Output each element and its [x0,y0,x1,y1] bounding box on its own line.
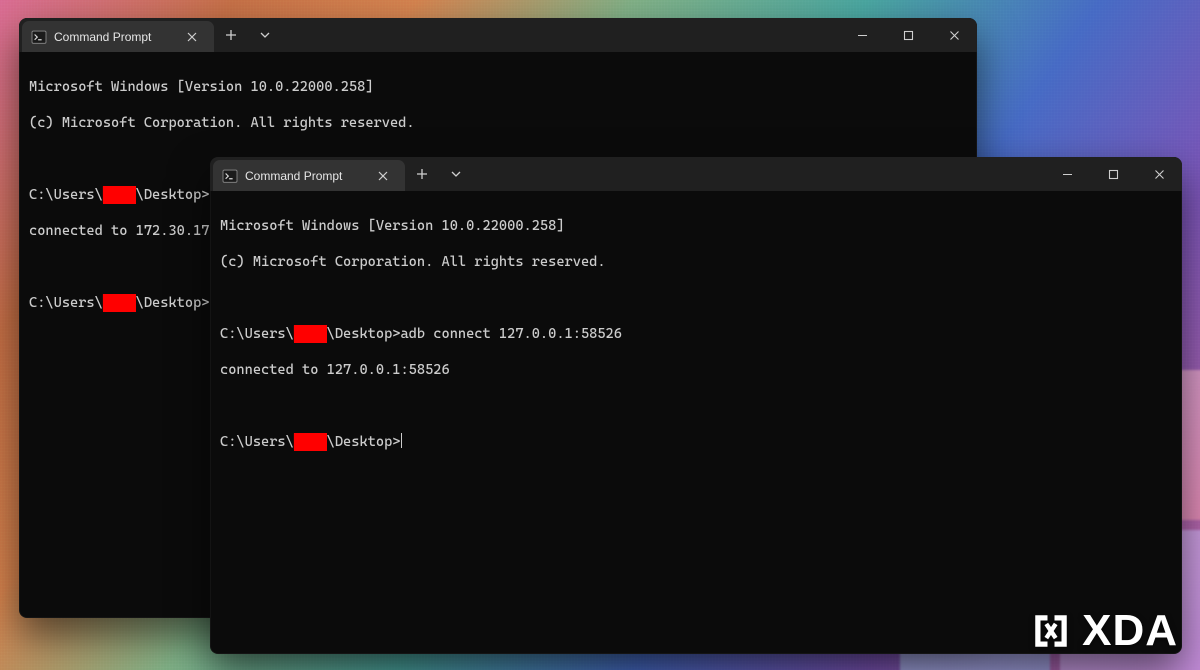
redacted-username: ████ [294,433,327,451]
terminal-output[interactable]: Microsoft Windows [Version 10.0.22000.25… [210,191,1182,497]
titlebar[interactable]: Command Prompt [19,18,977,52]
output-blank [220,289,1172,307]
tab-title: Command Prompt [245,169,342,183]
titlebar[interactable]: Command Prompt [210,157,1182,191]
tab-strip: Command Prompt [19,18,214,52]
output-line: Microsoft Windows [Version 10.0.22000.25… [29,78,967,96]
output-line: Microsoft Windows [Version 10.0.22000.25… [220,217,1172,235]
window-controls [839,18,977,52]
tab-actions [214,18,282,52]
xda-mark-icon [1030,610,1072,652]
prompt-line: C:\Users\████\Desktop> [220,433,1172,451]
tab-strip: Command Prompt [210,157,405,191]
terminal-window-front[interactable]: Command Prompt Micr [210,157,1182,654]
minimize-button[interactable] [839,18,885,52]
tab-command-prompt[interactable]: Command Prompt [22,21,214,52]
titlebar-drag-region[interactable] [473,157,1044,191]
output-line: (c) Microsoft Corporation. All rights re… [220,253,1172,271]
command-prompt-icon [32,31,46,43]
tab-title: Command Prompt [54,30,151,44]
command-line: C:\Users\████\Desktop>adb connect 127.0.… [220,325,1172,343]
redacted-username: ████ [294,325,327,343]
redacted-username: ████ [103,186,136,204]
tab-dropdown-button[interactable] [248,18,282,52]
maximize-button[interactable] [885,18,931,52]
tab-actions [405,157,473,191]
output-blank [220,397,1172,415]
redacted-username: ████ [103,294,136,312]
maximize-button[interactable] [1090,157,1136,191]
new-tab-button[interactable] [405,157,439,191]
tab-close-button[interactable] [182,27,202,47]
tab-close-button[interactable] [373,166,393,186]
desktop-wallpaper: Command Prompt Micr [0,0,1200,670]
minimize-button[interactable] [1044,157,1090,191]
close-button[interactable] [931,18,977,52]
xda-wordmark: XDA [1082,606,1178,656]
xda-watermark: XDA [1030,606,1178,656]
output-line: connected to 127.0.0.1:58526 [220,361,1172,379]
window-controls [1044,157,1182,191]
tab-dropdown-button[interactable] [439,157,473,191]
titlebar-drag-region[interactable] [282,18,839,52]
tab-command-prompt[interactable]: Command Prompt [213,160,405,191]
command-prompt-icon [223,170,237,182]
close-button[interactable] [1136,157,1182,191]
output-line: (c) Microsoft Corporation. All rights re… [29,114,967,132]
command-text: adb connect 127.0.0.1:58526 [400,326,621,342]
new-tab-button[interactable] [214,18,248,52]
text-cursor [401,433,402,448]
